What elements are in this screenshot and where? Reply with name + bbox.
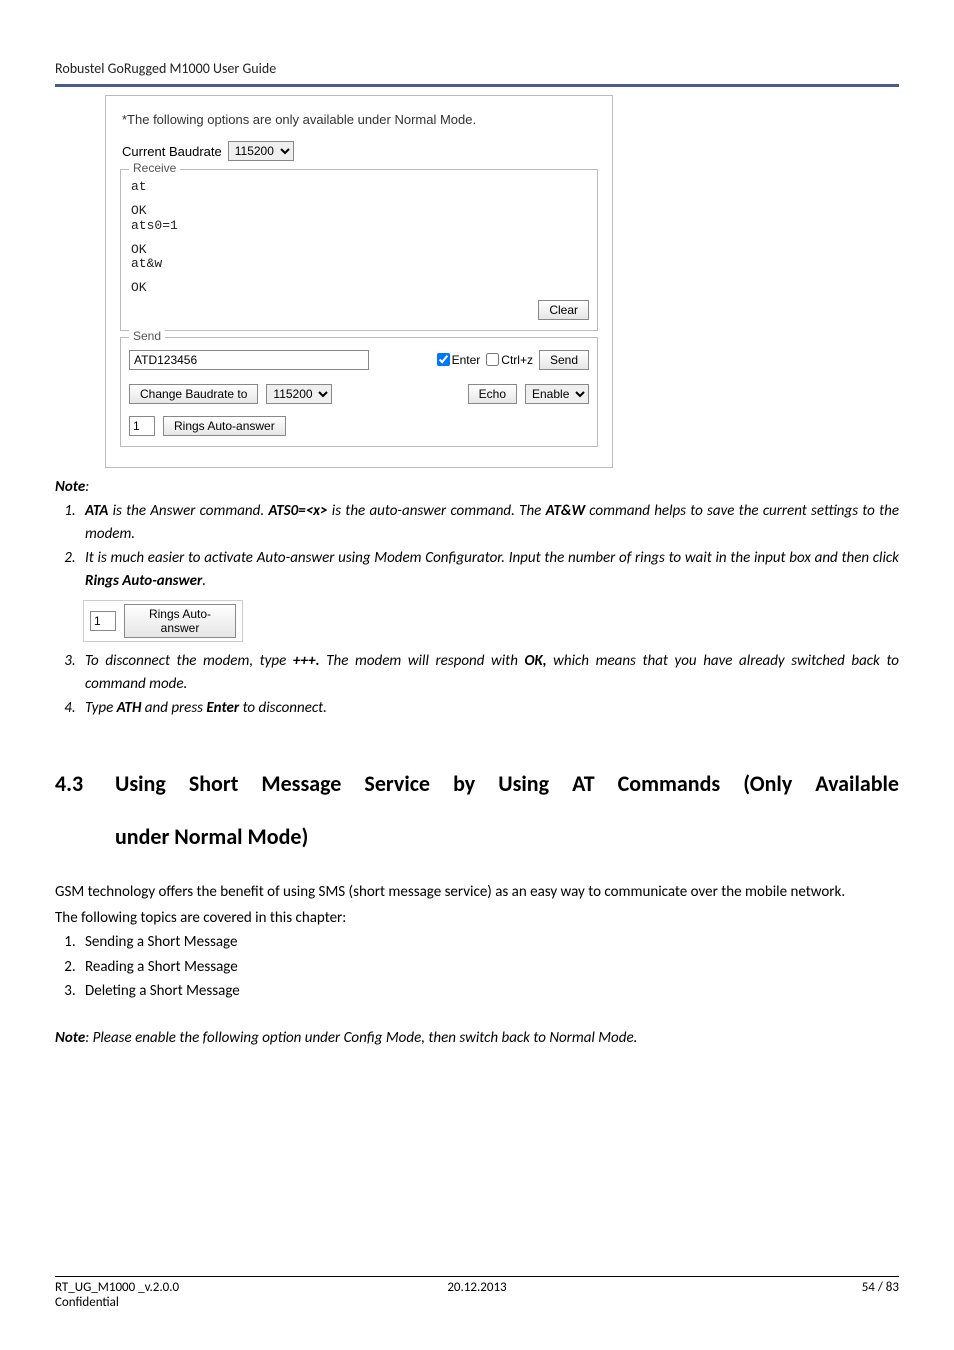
ctrlz-checkbox[interactable]: Ctrl+z [486,353,533,367]
send-legend: Send [129,329,165,343]
rings-snippet-button[interactable]: Rings Auto-answer [124,604,236,638]
footer-rule [55,1276,899,1277]
change-baudrate-select[interactable]: 115200 [266,384,332,404]
change-baudrate-button[interactable]: Change Baudrate to [129,384,258,404]
ctrlz-checkbox-label: Ctrl+z [501,353,533,367]
clear-button[interactable]: Clear [538,300,589,320]
header-rule [55,84,899,87]
note-label: Note [55,478,85,496]
current-baudrate-row: Current Baudrate 115200 [122,141,602,161]
log-line: ats0=1 [131,219,589,233]
doc-header: Robustel GoRugged M1000 User Guide [55,60,899,81]
log-line: at&w [131,257,589,271]
note-intro: Note: [55,476,899,499]
page-footer: RT_UG_M1000 _v.2.0.0 20.12.2013 54 / 83 … [55,1276,899,1310]
receive-fieldset: Receive at OK ats0=1 OK at&w OK Clear [120,169,598,331]
ctrlz-checkbox-input[interactable] [486,353,499,366]
screenshot-note: *The following options are only availabl… [122,112,602,127]
note-item: Type ATH and press Enter to disconnect. [79,697,899,720]
log-line: at [131,180,589,194]
enter-checkbox-label: Enter [452,353,481,367]
chapter-item: Deleting a Short Message [79,980,899,1003]
footer-left: RT_UG_M1000 _v.2.0.0 [55,1280,336,1295]
chapter-item: Reading a Short Message [79,956,899,979]
body-p1: GSM technology offers the benefit of usi… [55,881,899,904]
note-final: Note: Please enable the following option… [55,1029,899,1047]
enter-checkbox[interactable]: Enter [437,353,481,367]
send-input[interactable] [129,350,369,370]
section-heading: 4.3Using Short Message Service by Using … [55,758,899,864]
footer-right: 54 / 83 [618,1280,899,1295]
notes-list-cont: To disconnect the modem, type +++. The m… [55,650,899,720]
send-button[interactable]: Send [539,350,589,370]
current-baudrate-label: Current Baudrate [122,144,222,159]
log-line: OK [131,204,589,218]
note-colon: : [85,478,89,496]
chapter-list: Sending a Short Message Reading a Short … [55,931,899,1003]
current-baudrate-select[interactable]: 115200 [228,141,294,161]
note-item: To disconnect the modem, type +++. The m… [79,650,899,695]
rings-input[interactable] [129,416,155,436]
rings-snippet: Rings Auto-answer [83,600,243,642]
echo-button[interactable]: Echo [468,384,517,404]
section-number: 4.3 [55,758,115,811]
chapter-item: Sending a Short Message [79,931,899,954]
body-p2: The following topics are covered in this… [55,907,899,930]
footer-center: 20.12.2013 [336,1280,617,1295]
note-final-text: : Please enable the following option und… [85,1029,637,1047]
rings-auto-answer-button[interactable]: Rings Auto-answer [163,416,286,436]
log-line: OK [131,281,589,295]
note-final-label: Note [55,1029,85,1047]
rings-snippet-input[interactable] [90,611,116,631]
send-fieldset: Send Enter Ctrl+z Send Change Baudrate [120,337,598,447]
section-title-line1: Using Short Message Service by Using AT … [115,770,899,797]
enter-checkbox-input[interactable] [437,353,450,366]
notes-list: ATA is the Answer command. ATS0=<x> is t… [55,500,899,592]
receive-log: at OK ats0=1 OK at&w OK [129,176,589,296]
configurator-screenshot: *The following options are only availabl… [105,95,613,468]
log-line: OK [131,243,589,257]
receive-legend: Receive [129,161,180,175]
note-item: It is much easier to activate Auto-answe… [79,547,899,592]
section-title-line2: under Normal Mode) [55,811,899,864]
note-item: ATA is the Answer command. ATS0=<x> is t… [79,500,899,545]
echo-select[interactable]: Enable [525,384,589,404]
footer-confidential: Confidential [55,1295,899,1310]
